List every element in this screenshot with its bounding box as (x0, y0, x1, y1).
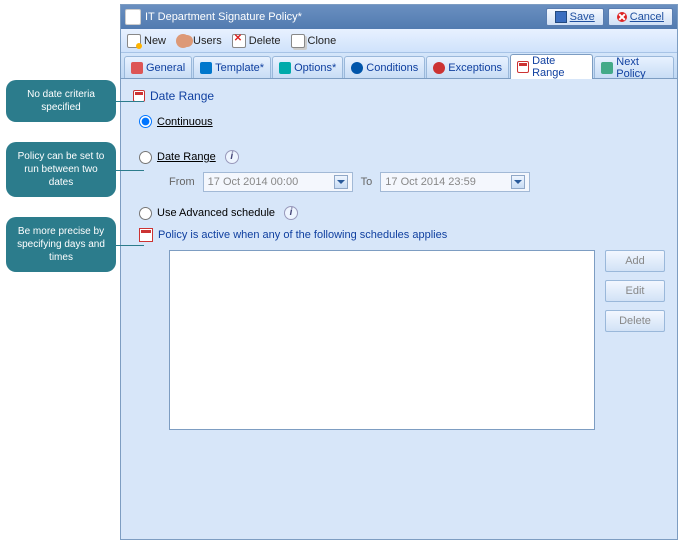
info-icon-advanced[interactable]: i (284, 206, 298, 220)
cancel-icon (617, 12, 627, 22)
to-dropdown-button[interactable] (511, 175, 525, 189)
toolbar-clone[interactable]: Clone (291, 34, 337, 48)
callout-continuous: No date criteria specified (6, 80, 116, 122)
tab-exceptions[interactable]: Exceptions (426, 56, 509, 78)
to-label: To (361, 176, 373, 188)
toolbar-delete[interactable]: Delete (232, 34, 281, 48)
policy-window: IT Department Signature Policy* Save Can… (120, 4, 678, 540)
conditions-icon (351, 62, 363, 74)
general-icon (131, 62, 143, 74)
exceptions-icon (433, 62, 445, 74)
daterange-icon (517, 61, 529, 73)
radio-date-range[interactable] (139, 151, 152, 164)
save-button[interactable]: Save (546, 8, 604, 26)
tab-next-policy[interactable]: Next Policy (594, 56, 674, 78)
to-date-input[interactable]: 17 Oct 2014 23:59 (380, 172, 530, 192)
schedule-note-icon (139, 228, 153, 242)
toolbar: New Users Delete Clone (121, 29, 677, 53)
tabbar: General Template* Options* Conditions Ex… (121, 53, 677, 79)
tab-template[interactable]: Template* (193, 56, 271, 78)
save-label: Save (570, 11, 595, 23)
save-icon (555, 11, 567, 23)
radio-continuous-label: Continuous (157, 116, 213, 128)
schedule-delete-button[interactable]: Delete (605, 310, 665, 332)
tab-general[interactable]: General (124, 56, 192, 78)
info-icon-daterange[interactable]: i (225, 150, 239, 164)
radio-date-range-label: Date Range (157, 151, 216, 163)
nextpolicy-icon (601, 62, 613, 74)
delete-icon (232, 34, 246, 48)
template-icon (200, 62, 212, 74)
radio-advanced-schedule[interactable] (139, 207, 152, 220)
from-label: From (169, 176, 195, 188)
schedule-edit-button[interactable]: Edit (605, 280, 665, 302)
tab-conditions[interactable]: Conditions (344, 56, 425, 78)
from-dropdown-button[interactable] (334, 175, 348, 189)
cancel-button[interactable]: Cancel (608, 8, 673, 26)
toolbar-new[interactable]: New (127, 34, 166, 48)
tab-content: Date Range Continuous Date Range i From … (121, 79, 677, 539)
clone-icon (291, 34, 305, 48)
callout-advanced: Be more precise by specifying days and t… (6, 217, 116, 272)
window-title: IT Department Signature Policy* (145, 11, 542, 23)
toolbar-users[interactable]: Users (176, 34, 222, 48)
radio-advanced-schedule-label: Use Advanced schedule (157, 207, 275, 219)
panel-heading: Date Range (133, 89, 665, 103)
callout-daterange: Policy can be set to run between two dat… (6, 142, 116, 197)
options-icon (279, 62, 291, 74)
users-icon (176, 34, 190, 48)
window-icon (125, 9, 141, 25)
titlebar: IT Department Signature Policy* Save Can… (121, 5, 677, 29)
new-icon (127, 34, 141, 48)
from-date-input[interactable]: 17 Oct 2014 00:00 (203, 172, 353, 192)
schedule-list[interactable] (169, 250, 595, 430)
tab-options[interactable]: Options* (272, 56, 343, 78)
schedule-add-button[interactable]: Add (605, 250, 665, 272)
cancel-label: Cancel (630, 11, 664, 23)
tab-date-range[interactable]: Date Range (510, 54, 593, 79)
radio-continuous[interactable] (139, 115, 152, 128)
schedule-note: Policy is active when any of the followi… (139, 228, 665, 242)
